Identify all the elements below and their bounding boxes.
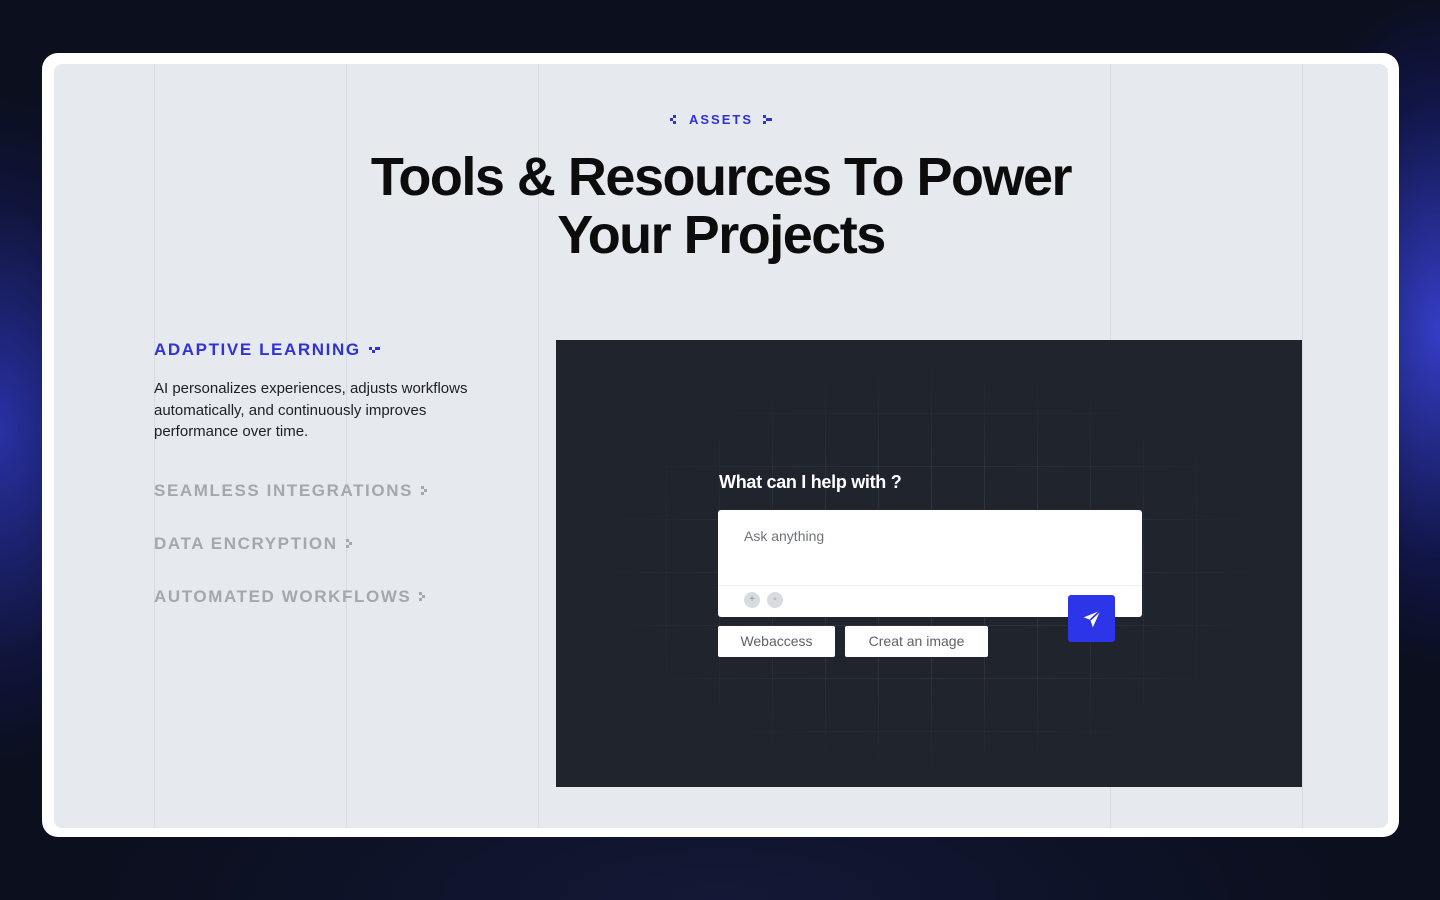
pixel-chevron-left-icon	[669, 114, 679, 125]
plus-icon[interactable]: +	[744, 592, 760, 608]
pixel-chevron-right-icon	[421, 485, 431, 496]
feature-list: ADAPTIVE LEARNING AI personalizes experi…	[154, 340, 514, 607]
section-title-line1: Tools & Resources To Power	[370, 147, 1073, 207]
feature-title-adaptive-learning[interactable]: ADAPTIVE LEARNING	[154, 340, 514, 360]
pixel-chevron-right-icon	[763, 114, 772, 125]
chip-webaccess[interactable]: Webaccess	[718, 626, 835, 657]
globe-icon[interactable]: ◦	[767, 592, 783, 608]
feature-title-automated-workflows[interactable]: AUTOMATED WORKFLOWS	[154, 587, 514, 607]
chat-input[interactable]	[744, 528, 1114, 544]
chip-create-image[interactable]: Creat an image	[845, 626, 988, 657]
chat-prompt-heading: What can I help with ?	[719, 472, 902, 492]
feature-label: SEAMLESS INTEGRATIONS	[154, 480, 414, 500]
pixel-chevron-right-icon	[419, 591, 429, 602]
pixel-chevron-right-icon	[345, 538, 356, 549]
feature-label: AUTOMATED WORKFLOWS	[154, 586, 412, 606]
assets-section: ASSETS Tools & Resources To Power Your P…	[54, 64, 1388, 828]
feature-title-seamless-integrations[interactable]: SEAMLESS INTEGRATIONS	[154, 481, 514, 501]
feature-item-adaptive-learning[interactable]: ADAPTIVE LEARNING AI personalizes experi…	[154, 340, 514, 443]
send-icon	[1083, 609, 1101, 627]
pixel-chevron-down-icon	[368, 345, 380, 355]
section-title-line2: Your Projects	[557, 205, 886, 265]
chat-divider	[718, 585, 1142, 586]
feature-title-data-encryption[interactable]: DATA ENCRYPTION	[154, 534, 514, 554]
feature-label: DATA ENCRYPTION	[154, 533, 338, 553]
section-title: Tools & Resources To Power Your Projects	[54, 148, 1388, 264]
feature-label: ADAPTIVE LEARNING	[154, 340, 361, 359]
chat-demo-preview: What can I help with ? + ◦ Webaccess Cre…	[556, 340, 1302, 787]
send-button[interactable]	[1068, 595, 1115, 642]
section-eyebrow: ASSETS	[54, 112, 1388, 127]
feature-description: AI personalizes experiences, adjusts wor…	[154, 380, 468, 440]
eyebrow-label: ASSETS	[688, 112, 753, 127]
